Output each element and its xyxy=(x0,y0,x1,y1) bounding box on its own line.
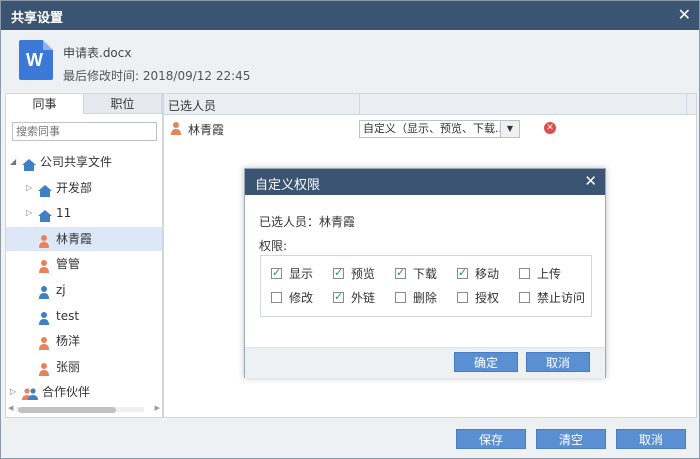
tree-item-label: 合作伙伴 xyxy=(42,385,91,400)
checkbox-icon[interactable] xyxy=(519,268,530,279)
tree-item[interactable]: ◢ 公司共享文件 xyxy=(6,150,162,174)
title-bar: 共享设置 ✕ xyxy=(1,1,699,30)
remove-icon[interactable]: ✕ xyxy=(544,122,556,134)
header-selected-people: 已选人员 xyxy=(168,99,217,113)
tabs: 同事 职位 xyxy=(6,94,162,114)
tree-item[interactable]: ▷ 开发部 xyxy=(6,176,162,200)
selected-person-text: 已选人员：林青霞 xyxy=(259,215,356,229)
checkbox-icon[interactable] xyxy=(271,292,282,303)
row-name: 林青霞 xyxy=(188,123,225,137)
tree-item[interactable]: test xyxy=(6,304,162,328)
permission-label: 禁止访问 xyxy=(537,291,586,305)
checkbox-icon[interactable] xyxy=(395,292,406,303)
save-button[interactable]: 保存 xyxy=(456,429,526,449)
checkbox-icon[interactable] xyxy=(333,266,344,280)
dialog-title: 自定义权限 xyxy=(255,178,321,193)
tree-item-label: 杨洋 xyxy=(56,334,81,349)
tab-positions[interactable]: 职位 xyxy=(84,94,162,114)
dialog-close-icon[interactable]: ✕ xyxy=(584,172,597,190)
permission-label: 删除 xyxy=(413,291,438,305)
clear-button[interactable]: 清空 xyxy=(536,429,606,449)
checkbox-icon[interactable] xyxy=(271,266,282,280)
checkbox-icon[interactable] xyxy=(457,292,468,303)
share-settings-window: 共享设置 ✕ W 申请表.docx 最后修改时间: 2018/09/12 22:… xyxy=(0,0,700,459)
permission-label: 权限: xyxy=(259,239,288,253)
permission-label: 外链 xyxy=(351,291,376,305)
file-modified: 最后修改时间: 2018/09/12 22:45 xyxy=(63,69,251,83)
colleague-panel: 同事 职位 ◢ 公司共享文件 ▷ 开发部 ▷ 11 林青霞管管 zj test 杨洋张丽 ▷ 合作伙伴… xyxy=(5,93,163,418)
tree-item-label: 林青霞 xyxy=(56,231,93,246)
scroll-thumb[interactable] xyxy=(18,407,116,413)
tree-item-label: test xyxy=(56,308,80,323)
tree-item[interactable]: 张丽 xyxy=(6,355,162,379)
checkbox-icon[interactable] xyxy=(457,266,468,280)
table-header: 已选人员 xyxy=(164,94,696,115)
tree-item-label: zj xyxy=(56,283,66,297)
file-info: W 申请表.docx 最后修改时间: 2018/09/12 22:45 xyxy=(1,30,699,92)
horizontal-scrollbar[interactable]: ◀ ▶ xyxy=(8,404,160,414)
tree-item-label: 管管 xyxy=(56,257,81,272)
permission-select[interactable]: 自定义（显示、预览、下载... ▼ xyxy=(359,120,520,138)
permission-label: 授权 xyxy=(475,291,500,305)
scroll-left-icon: ◀ xyxy=(8,404,14,412)
tree-item-label: 开发部 xyxy=(56,180,93,195)
tree-item[interactable]: ▷ 11 xyxy=(6,201,162,225)
permission-label: 显示 xyxy=(289,267,314,281)
custom-permission-dialog: 自定义权限 ✕ 已选人员：林青霞 权限: 显示 预览 下载 移动 上传修改 外链 删除 授权 禁… xyxy=(244,168,606,378)
tree-item[interactable]: ▷ 合作伙伴 xyxy=(6,380,162,404)
checkbox-icon[interactable] xyxy=(395,266,406,280)
word-file-icon: W xyxy=(19,40,53,80)
tree-item-label: 张丽 xyxy=(56,359,81,374)
footer-bar: 保存 清空 取消 xyxy=(1,419,699,458)
dialog-footer: 确定 取消 xyxy=(245,347,605,378)
checkbox-icon[interactable] xyxy=(519,292,530,303)
tree-item[interactable]: 杨洋 xyxy=(6,329,162,353)
tree-item[interactable]: 管管 xyxy=(6,252,162,276)
file-name: 申请表.docx xyxy=(63,46,132,60)
permission-label: 下载 xyxy=(413,267,438,281)
window-title: 共享设置 xyxy=(11,11,64,26)
dialog-cancel-button[interactable]: 取消 xyxy=(526,352,590,372)
table-row: 林青霞 自定义（显示、预览、下载... ▼ ✕ xyxy=(164,118,696,142)
tree-item[interactable]: 林青霞 xyxy=(6,226,162,251)
tree-item-label: 公司共享文件 xyxy=(40,155,113,169)
cancel-button[interactable]: 取消 xyxy=(616,429,686,449)
dialog-title-bar: 自定义权限 ✕ xyxy=(245,169,605,195)
scroll-right-icon: ▶ xyxy=(154,404,160,412)
person-icon xyxy=(171,122,181,135)
permission-options: 显示 预览 下载 移动 上传修改 外链 删除 授权 禁止访问 xyxy=(260,255,592,317)
chevron-down-icon[interactable]: ▼ xyxy=(500,121,519,137)
search-input[interactable] xyxy=(12,122,157,141)
expand-arrow-icon[interactable]: ▷ xyxy=(10,380,16,404)
expand-arrow-icon[interactable]: ▷ xyxy=(26,201,32,225)
collapse-arrow-icon[interactable]: ◢ xyxy=(10,150,16,174)
permission-label: 上传 xyxy=(537,267,562,281)
tree-item-label: 11 xyxy=(56,206,72,221)
permission-label: 修改 xyxy=(289,291,314,305)
tree-item[interactable]: zj xyxy=(6,278,162,302)
permission-label: 预览 xyxy=(351,267,376,281)
ok-button[interactable]: 确定 xyxy=(454,352,518,372)
close-icon[interactable]: ✕ xyxy=(678,5,691,24)
permission-label: 移动 xyxy=(475,267,500,281)
checkbox-icon[interactable] xyxy=(333,290,344,304)
expand-arrow-icon[interactable]: ▷ xyxy=(26,176,32,200)
tab-colleagues[interactable]: 同事 xyxy=(6,94,84,114)
